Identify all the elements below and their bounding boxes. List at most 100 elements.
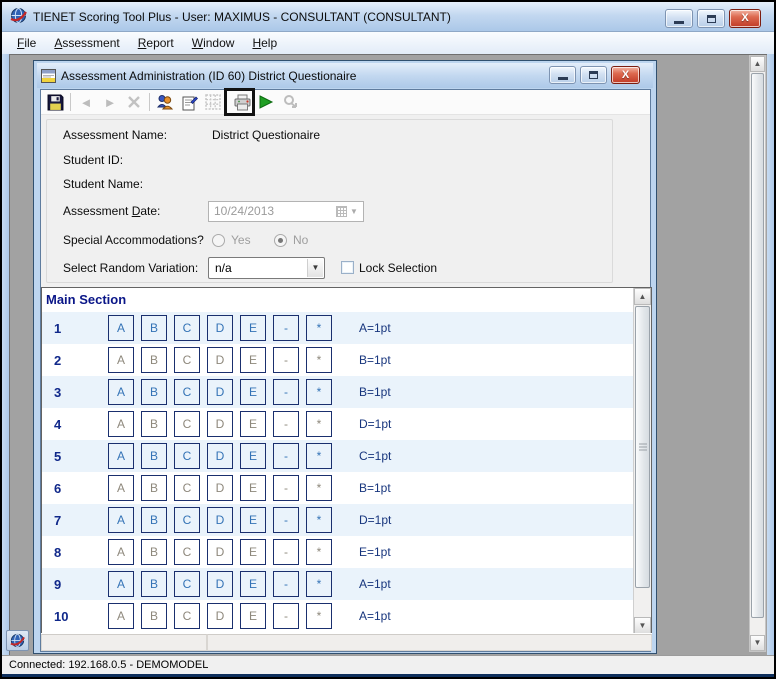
answer-option-e[interactable]: E [240,603,266,629]
answer-option-dash[interactable]: - [273,571,299,597]
menu-help[interactable]: Help [243,33,286,53]
restore-button[interactable] [697,9,725,28]
answer-option-d[interactable]: D [207,603,233,629]
answer-option-b[interactable]: B [141,379,167,405]
answer-option-b[interactable]: B [141,475,167,501]
main-section-scrollbar[interactable]: ▲ ▼ [633,288,651,634]
answer-option-star[interactable]: * [306,315,332,341]
scroll-down-arrow-icon[interactable]: ▼ [634,617,651,634]
answer-option-e[interactable]: E [240,507,266,533]
answer-option-d[interactable]: D [207,475,233,501]
answer-option-d[interactable]: D [207,539,233,565]
answer-option-d[interactable]: D [207,443,233,469]
answer-option-star[interactable]: * [306,507,332,533]
answer-option-dash[interactable]: - [273,475,299,501]
answer-option-a[interactable]: A [108,411,134,437]
goto-button[interactable] [278,91,302,113]
answer-option-star[interactable]: * [306,539,332,565]
menu-report[interactable]: Report [129,33,183,53]
answer-option-a[interactable]: A [108,315,134,341]
answer-option-a[interactable]: A [108,539,134,565]
answer-option-c[interactable]: C [174,315,200,341]
save-button[interactable] [43,91,67,113]
answer-option-dash[interactable]: - [273,411,299,437]
minimize-button[interactable] [665,9,693,28]
grid-button[interactable] [201,91,225,113]
answer-option-c[interactable]: C [174,475,200,501]
back-button[interactable]: ◄ [74,91,98,113]
answer-option-dash[interactable]: - [273,315,299,341]
answer-option-d[interactable]: D [207,379,233,405]
mdi-scrollbar-thumb[interactable] [751,73,764,618]
answer-option-b[interactable]: B [141,603,167,629]
answer-option-d[interactable]: D [207,571,233,597]
answer-option-star[interactable]: * [306,443,332,469]
answer-option-b[interactable]: B [141,507,167,533]
answer-option-a[interactable]: A [108,379,134,405]
answer-option-e[interactable]: E [240,315,266,341]
answer-option-e[interactable]: E [240,539,266,565]
answer-option-b[interactable]: B [141,571,167,597]
answer-option-a[interactable]: A [108,571,134,597]
answer-option-c[interactable]: C [174,507,200,533]
answer-option-dash[interactable]: - [273,539,299,565]
radio-yes[interactable] [212,234,225,247]
answer-option-e[interactable]: E [240,475,266,501]
answer-option-a[interactable]: A [108,347,134,373]
close-button[interactable]: X [729,9,761,28]
menu-assessment[interactable]: Assessment [45,33,128,53]
answer-option-e[interactable]: E [240,443,266,469]
answer-option-star[interactable]: * [306,571,332,597]
child-close-button[interactable]: X [611,66,640,84]
child-restore-button[interactable] [580,66,607,84]
answer-option-d[interactable]: D [207,315,233,341]
scrollbar-thumb[interactable] [635,306,650,588]
answer-option-c[interactable]: C [174,603,200,629]
answer-option-a[interactable]: A [108,603,134,629]
scroll-down-arrow-icon[interactable]: ▼ [750,635,765,651]
students-button[interactable] [153,91,177,113]
answer-option-star[interactable]: * [306,411,332,437]
answer-option-star[interactable]: * [306,603,332,629]
answer-option-b[interactable]: B [141,443,167,469]
answer-option-c[interactable]: C [174,347,200,373]
answer-option-dash[interactable]: - [273,347,299,373]
answer-option-b[interactable]: B [141,347,167,373]
answer-option-dash[interactable]: - [273,603,299,629]
answer-option-a[interactable]: A [108,507,134,533]
forward-button[interactable]: ► [98,91,122,113]
lock-selection-checkbox[interactable] [341,261,354,274]
answer-option-e[interactable]: E [240,379,266,405]
answer-option-c[interactable]: C [174,571,200,597]
answer-option-c[interactable]: C [174,379,200,405]
scroll-up-arrow-icon[interactable]: ▲ [750,56,765,72]
child-minimize-button[interactable] [549,66,576,84]
answer-option-c[interactable]: C [174,443,200,469]
answer-option-star[interactable]: * [306,475,332,501]
answer-option-b[interactable]: B [141,315,167,341]
answer-option-e[interactable]: E [240,571,266,597]
answer-option-a[interactable]: A [108,443,134,469]
radio-no[interactable] [274,234,287,247]
answer-option-d[interactable]: D [207,411,233,437]
menu-window[interactable]: Window [183,33,244,53]
minimized-window-button[interactable] [6,630,29,651]
answer-option-b[interactable]: B [141,539,167,565]
answer-option-a[interactable]: A [108,475,134,501]
random-variation-select[interactable]: n/a ▼ [208,257,325,279]
answer-option-star[interactable]: * [306,379,332,405]
run-button[interactable] [254,91,278,113]
properties-button[interactable] [177,91,201,113]
answer-option-e[interactable]: E [240,347,266,373]
answer-option-star[interactable]: * [306,347,332,373]
date-picker-button[interactable]: ▼ [333,204,361,219]
menu-file[interactable]: File [8,33,45,53]
assessment-date-field[interactable]: 10/24/2013 ▼ [208,201,364,222]
mdi-vertical-scrollbar[interactable]: ▲ ▼ [749,55,766,652]
answer-option-c[interactable]: C [174,539,200,565]
answer-option-dash[interactable]: - [273,443,299,469]
answer-option-e[interactable]: E [240,411,266,437]
answer-option-b[interactable]: B [141,411,167,437]
answer-option-d[interactable]: D [207,507,233,533]
answer-option-d[interactable]: D [207,347,233,373]
